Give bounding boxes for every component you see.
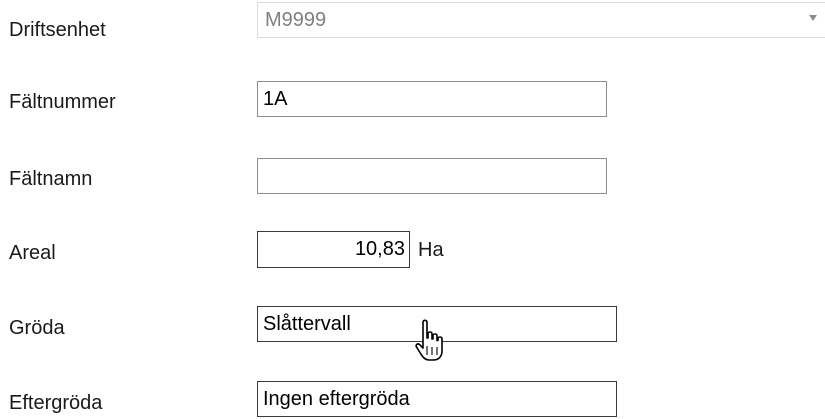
areal-unit-label: Ha — [418, 239, 444, 261]
driftsenhet-select[interactable]: M9999 — [257, 2, 825, 38]
groda-label: Gröda — [9, 317, 65, 339]
driftsenhet-select-value: M9999 — [265, 9, 327, 31]
areal-label: Areal — [9, 242, 56, 264]
driftsenhet-label: Driftsenhet — [9, 19, 106, 41]
faltnamn-input[interactable] — [257, 158, 607, 194]
faltnummer-label: Fältnummer — [9, 91, 116, 113]
faltnamn-label: Fältnamn — [9, 168, 93, 190]
eftergroda-label: Eftergröda — [9, 392, 103, 414]
eftergroda-input[interactable] — [257, 381, 617, 417]
areal-input[interactable] — [257, 231, 410, 268]
groda-input[interactable] — [257, 306, 617, 342]
chevron-down-icon — [809, 15, 817, 21]
faltnummer-input[interactable] — [257, 81, 607, 117]
